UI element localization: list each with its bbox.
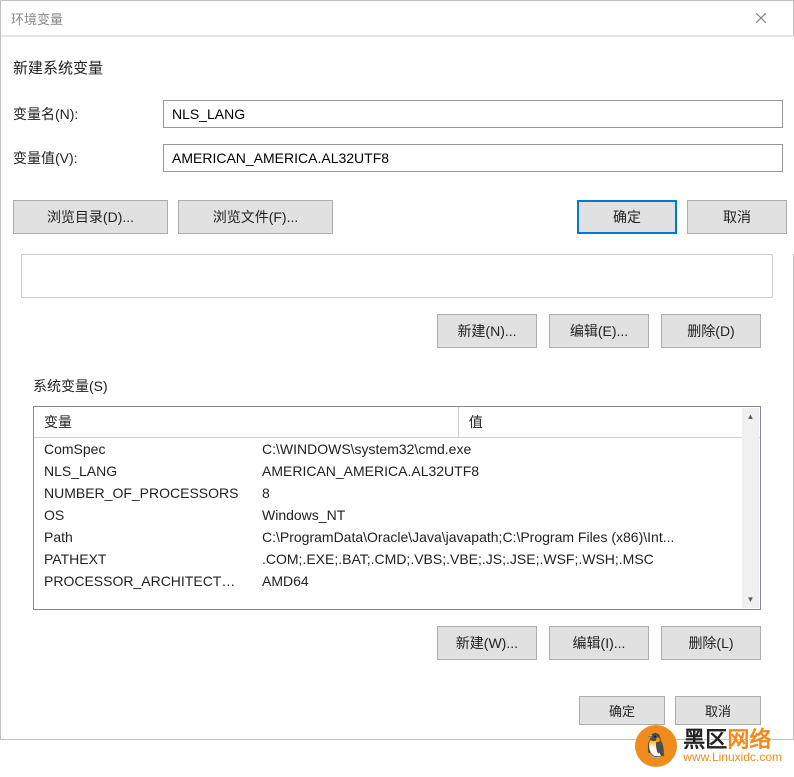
system-new-button[interactable]: 新建(W)... bbox=[437, 626, 537, 660]
variable-name-input[interactable] bbox=[163, 100, 783, 128]
table-row[interactable]: OSWindows_NT bbox=[34, 504, 743, 526]
scrollbar[interactable]: ▲ ▼ bbox=[742, 408, 759, 608]
dialog-cancel-button[interactable]: 取消 bbox=[675, 696, 761, 725]
close-icon[interactable] bbox=[738, 1, 783, 36]
window-titlebar: 环境变量 bbox=[1, 1, 793, 36]
column-header-variable[interactable]: 变量 bbox=[34, 407, 458, 438]
browse-directory-button[interactable]: 浏览目录(D)... bbox=[13, 200, 168, 234]
system-edit-button[interactable]: 编辑(I)... bbox=[549, 626, 649, 660]
variable-value-label: 变量值(V): bbox=[13, 148, 163, 168]
user-new-button[interactable]: 新建(N)... bbox=[437, 314, 537, 348]
system-delete-button[interactable]: 删除(L) bbox=[661, 626, 761, 660]
table-row[interactable]: PATHEXT.COM;.EXE;.BAT;.CMD;.VBS;.VBE;.JS… bbox=[34, 548, 743, 570]
table-row[interactable]: NLS_LANGAMERICAN_AMERICA.AL32UTF8 bbox=[34, 460, 743, 482]
ok-button[interactable]: 确定 bbox=[577, 200, 677, 234]
window-title: 环境变量 bbox=[11, 9, 738, 28]
new-system-variable-dialog: 新建系统变量 变量名(N): 变量值(V): 浏览目录(D)... 浏览文件(F… bbox=[1, 36, 794, 254]
table-row[interactable]: PathC:\ProgramData\Oracle\Java\javapath;… bbox=[34, 526, 743, 548]
user-variables-list-partial bbox=[21, 254, 773, 298]
dialog-ok-button[interactable]: 确定 bbox=[579, 696, 665, 725]
cancel-button[interactable]: 取消 bbox=[687, 200, 787, 234]
system-variables-table[interactable]: 变量 值 ComSpecC:\WINDOWS\system32\cmd.exe … bbox=[33, 406, 761, 610]
user-edit-button[interactable]: 编辑(E)... bbox=[549, 314, 649, 348]
scroll-up-icon[interactable]: ▲ bbox=[742, 408, 759, 425]
variable-name-label: 变量名(N): bbox=[13, 104, 163, 124]
scroll-down-icon[interactable]: ▼ bbox=[742, 591, 759, 608]
table-row[interactable]: PROCESSOR_ARCHITECTUREAMD64 bbox=[34, 570, 743, 592]
browse-file-button[interactable]: 浏览文件(F)... bbox=[178, 200, 333, 234]
column-header-value[interactable]: 值 bbox=[458, 407, 760, 438]
environment-variables-panel: 新建(N)... 编辑(E)... 删除(D) 系统变量(S) 变量 值 Com… bbox=[1, 254, 793, 739]
system-variables-label: 系统变量(S) bbox=[9, 362, 785, 402]
table-row[interactable]: NUMBER_OF_PROCESSORS8 bbox=[34, 482, 743, 504]
user-delete-button[interactable]: 删除(D) bbox=[661, 314, 761, 348]
table-row[interactable]: ComSpecC:\WINDOWS\system32\cmd.exe bbox=[34, 438, 743, 460]
dialog-title: 新建系统变量 bbox=[1, 37, 794, 92]
variable-value-input[interactable] bbox=[163, 144, 783, 172]
